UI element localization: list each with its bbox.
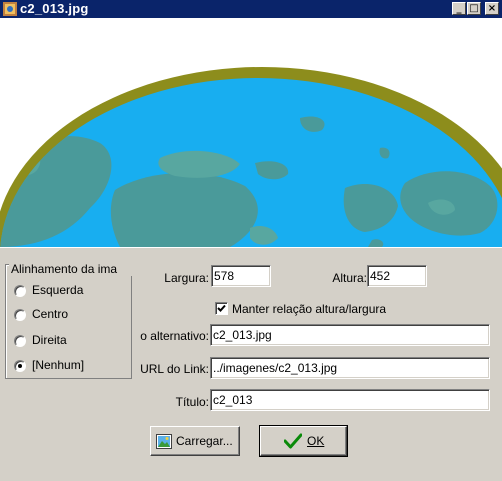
title-label: Título: [175,395,209,409]
image-preview [0,18,502,247]
load-button[interactable]: Carregar... [150,426,240,456]
height-label: Altura: [332,271,367,285]
radio-label-none: [Nenhum] [32,358,85,372]
image-properties-window: c2_013.jpg _ □ × Alinhamento da ima Esqu… [0,0,502,481]
ok-button-label: OK [307,434,325,448]
radio-button[interactable] [14,335,26,347]
height-field[interactable]: 452 [367,265,427,287]
radio-label-center: Centro [32,307,69,321]
title-field[interactable]: c2_013 [210,389,490,411]
check-mark-icon [217,304,226,312]
title-bar[interactable]: c2_013.jpg _ □ × [0,0,502,18]
alignment-group-title: Alinhamento da ima [9,262,132,276]
radio-label-right: Direita [32,333,67,347]
radio-label-left: Esquerda [32,283,84,297]
width-label: Largura: [164,271,209,285]
minimize-button[interactable]: _ [452,2,466,15]
radio-button[interactable] [14,285,26,297]
globe-image [0,67,502,247]
link-url-field[interactable]: ../imagenes/c2_013.jpg [210,357,490,379]
properties-panel: Alinhamento da ima Esquerda Centro Direi… [0,247,502,481]
alt-text-field[interactable]: c2_013.jpg [210,324,490,346]
keep-ratio-label: Manter relação altura/largura [232,302,387,316]
checkmark-icon [283,433,303,452]
image-icon [156,434,172,452]
close-button[interactable]: × [485,2,499,15]
app-icon [2,1,18,17]
keep-ratio-checkbox[interactable] [215,302,228,315]
maximize-button[interactable]: □ [467,2,481,15]
alt-text-label: o alternativo: [140,329,209,343]
width-field[interactable]: 578 [211,265,271,287]
window-title: c2_013.jpg [20,1,89,16]
radio-button[interactable] [14,309,26,321]
link-url-label: URL do Link: [140,362,209,376]
radio-button-selected[interactable] [14,360,26,372]
ok-button[interactable]: OK [259,425,348,457]
load-button-label: Carregar... [176,434,233,448]
